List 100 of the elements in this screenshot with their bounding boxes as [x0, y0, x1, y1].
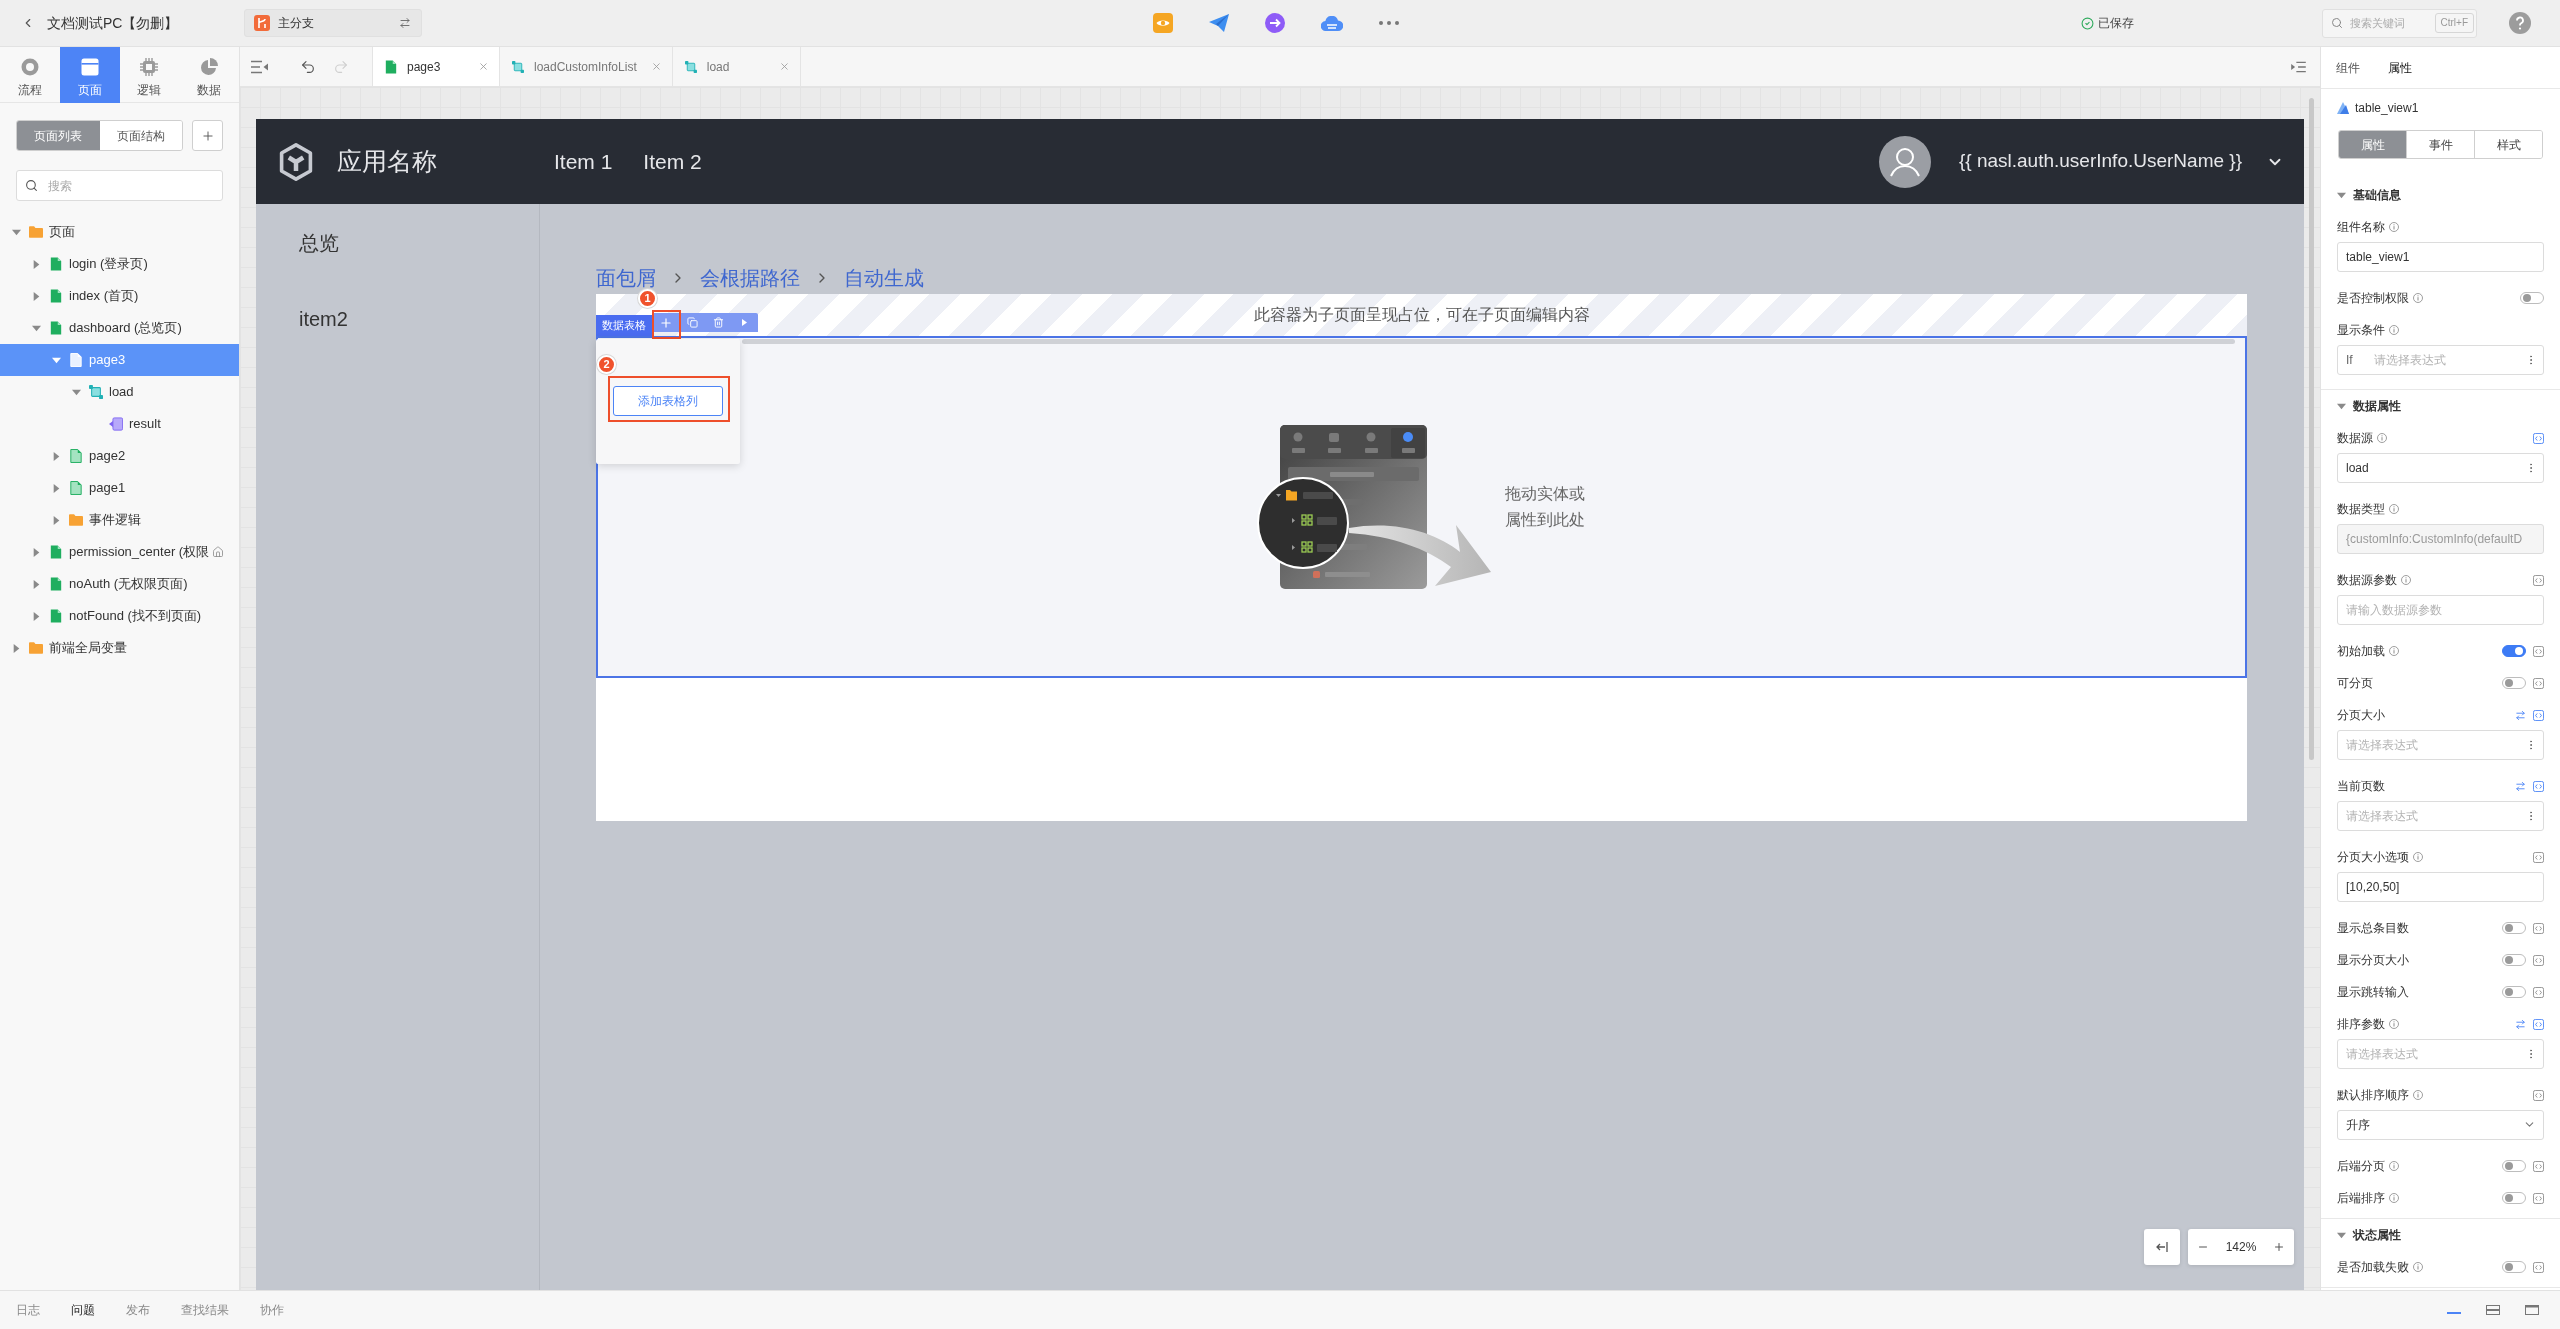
avatar-icon[interactable]	[1878, 135, 1931, 188]
toggle-switch[interactable]	[2502, 645, 2526, 657]
tree-item[interactable]: page1	[0, 472, 239, 504]
tree-item[interactable]: index (首页)	[0, 280, 239, 312]
tree-item[interactable]: permission_center (权限	[0, 536, 239, 568]
text-field[interactable]: 请输入数据源参数	[2337, 595, 2544, 625]
sidebar-menu-item[interactable]: item2	[299, 305, 539, 333]
tree-item[interactable]: 事件逻辑	[0, 504, 239, 536]
expression-field[interactable]: 请选择表达式	[2337, 730, 2544, 760]
property-tab[interactable]: 样式	[2474, 131, 2542, 158]
code-icon[interactable]	[2533, 1160, 2544, 1172]
code-icon[interactable]	[2533, 780, 2544, 792]
caret-icon[interactable]	[33, 259, 40, 269]
panel-tab[interactable]: 属性	[2388, 58, 2412, 77]
eye-icon[interactable]	[1153, 13, 1174, 33]
tree-item[interactable]: login (登录页)	[0, 248, 239, 280]
caret-icon[interactable]	[2337, 191, 2346, 199]
caret-icon[interactable]	[33, 611, 40, 621]
add-column-button[interactable]: 添加表格列	[613, 386, 723, 416]
cloud-icon[interactable]	[1321, 15, 1344, 31]
panel-layout-icon[interactable]	[2485, 1303, 2501, 1317]
scrollbar-thumb[interactable]	[742, 339, 2235, 344]
code-icon[interactable]	[2533, 574, 2544, 586]
copy-icon[interactable]	[686, 317, 698, 328]
caret-icon[interactable]	[53, 483, 60, 493]
toggle-switch[interactable]	[2502, 986, 2526, 998]
add-page-button[interactable]	[192, 120, 223, 151]
caret-icon[interactable]	[33, 291, 40, 301]
sidebar-tab[interactable]: 逻辑	[119, 47, 180, 103]
collapse-panel-icon[interactable]	[251, 59, 268, 74]
code-icon[interactable]	[2533, 645, 2544, 657]
panel-tab[interactable]: 组件	[2336, 58, 2360, 77]
caret-icon[interactable]	[32, 324, 41, 332]
section-header[interactable]: 基础信息	[2321, 183, 2560, 207]
tree-item[interactable]: notFound (找不到页面)	[0, 600, 239, 632]
swap-icon[interactable]	[399, 17, 412, 29]
sidebar-tab[interactable]: 页面	[59, 47, 120, 103]
code-icon[interactable]	[2533, 1261, 2544, 1273]
caret-icon[interactable]	[13, 643, 20, 653]
toggle-switch[interactable]	[2502, 1192, 2526, 1204]
caret-icon[interactable]	[53, 515, 60, 525]
toggle-switch[interactable]	[2520, 292, 2544, 304]
expand-panel-icon[interactable]	[2291, 60, 2306, 73]
toggle-switch[interactable]	[2502, 677, 2526, 689]
sidebar-tab[interactable]: 数据	[179, 47, 239, 103]
caret-icon[interactable]	[2337, 1231, 2346, 1239]
close-icon[interactable]	[650, 61, 662, 72]
caret-icon[interactable]	[33, 547, 40, 557]
caret-icon[interactable]	[33, 579, 40, 589]
caret-right-icon[interactable]	[741, 319, 747, 326]
expression-field[interactable]: 请选择表达式	[2337, 801, 2544, 831]
branch-selector[interactable]: 主分支	[244, 9, 423, 37]
code-icon[interactable]	[2533, 922, 2544, 934]
undo-icon[interactable]	[300, 58, 316, 75]
toggle-switch[interactable]	[2502, 954, 2526, 966]
tree-item[interactable]: 页面	[0, 216, 239, 248]
code-icon[interactable]	[2533, 1018, 2544, 1030]
search-field[interactable]: 搜索	[16, 170, 223, 201]
caret-icon[interactable]	[52, 356, 61, 364]
code-icon[interactable]	[2533, 851, 2544, 863]
arrow-circle-icon[interactable]	[1265, 13, 1286, 33]
code-icon[interactable]	[2533, 1089, 2544, 1101]
trash-icon[interactable]	[712, 317, 724, 328]
code-icon[interactable]	[2533, 709, 2544, 721]
close-icon[interactable]	[778, 61, 790, 72]
select-field[interactable]: load	[2337, 453, 2544, 483]
sidebar-menu-item[interactable]: 总览	[299, 229, 539, 257]
fit-view-button[interactable]	[2144, 1229, 2180, 1265]
help-icon[interactable]	[2509, 12, 2531, 34]
caret-icon[interactable]	[2337, 402, 2346, 410]
caret-icon[interactable]	[53, 451, 60, 461]
code-icon[interactable]	[2533, 1192, 2544, 1204]
zoom-in-icon[interactable]	[2273, 1241, 2285, 1253]
nav-item[interactable]: Item 2	[643, 145, 702, 178]
scrollbar-thumb[interactable]	[2309, 98, 2314, 760]
code-icon[interactable]	[2533, 954, 2544, 966]
plus-icon[interactable]	[658, 315, 673, 330]
bottom-tab[interactable]: 问题	[71, 1301, 95, 1319]
text-field[interactable]: [10,20,50]	[2337, 872, 2544, 902]
text-field[interactable]: table_view1	[2337, 242, 2544, 272]
section-header[interactable]: 数据属性	[2321, 394, 2560, 418]
nav-item[interactable]: Item 1	[554, 145, 613, 178]
swap-icon[interactable]	[2515, 1018, 2526, 1030]
toggle-switch[interactable]	[2502, 922, 2526, 934]
caret-icon[interactable]	[72, 388, 81, 396]
code-icon[interactable]	[2533, 677, 2544, 689]
dropdown-field[interactable]: 升序	[2337, 1110, 2544, 1140]
tree-item[interactable]: dashboard (总览页)	[0, 312, 239, 344]
toggle-switch[interactable]	[2502, 1160, 2526, 1172]
close-icon[interactable]	[478, 61, 489, 72]
more-icon[interactable]	[1379, 21, 1400, 25]
expression-field[interactable]: 请选择表达式	[2337, 1039, 2544, 1069]
code-icon[interactable]	[2533, 986, 2544, 998]
tree-item[interactable]: load	[0, 376, 239, 408]
panel-layout-icon[interactable]	[2524, 1303, 2540, 1317]
sidebar-tab[interactable]: 流程	[0, 47, 60, 103]
code-icon[interactable]	[2533, 432, 2544, 444]
section-header[interactable]: 状态属性	[2321, 1223, 2560, 1247]
swap-icon[interactable]	[2515, 780, 2526, 792]
tree-item[interactable]: page2	[0, 440, 239, 472]
